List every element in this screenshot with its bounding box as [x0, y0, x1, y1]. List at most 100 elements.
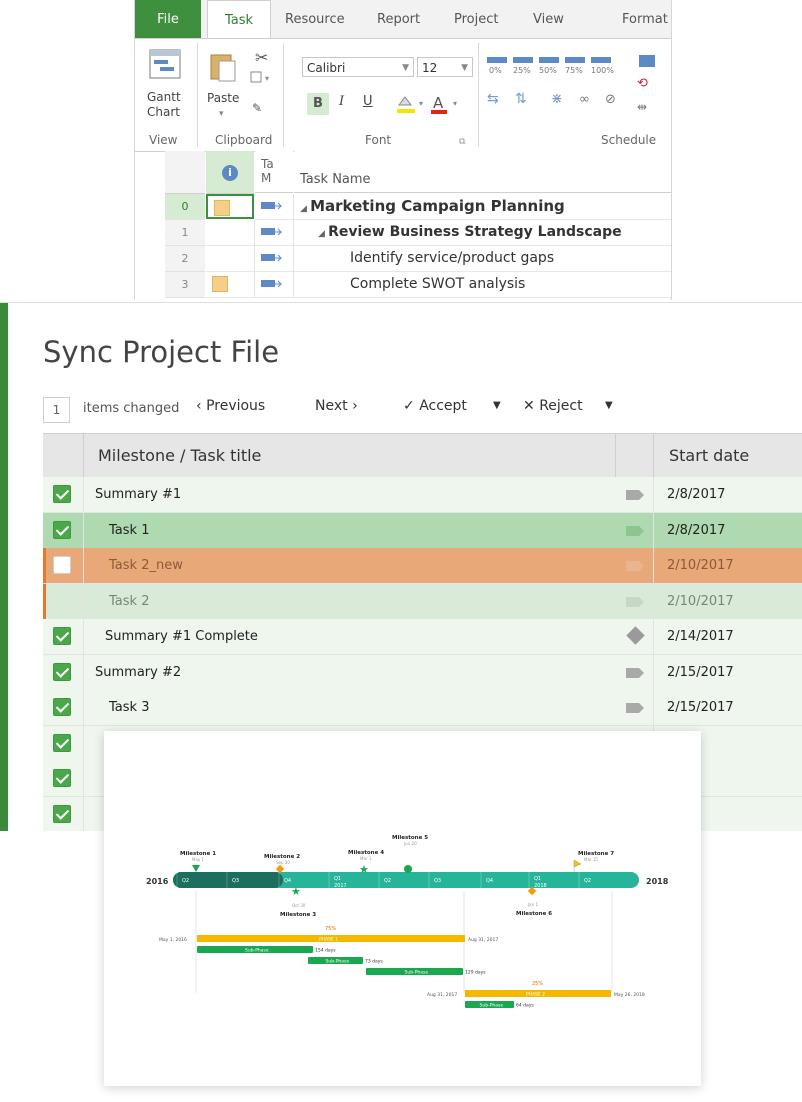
quarter-label: 2018 [534, 883, 547, 889]
chevron-right-icon: › [347, 398, 358, 414]
task-name: Identify service/product gaps [294, 246, 671, 272]
svg-text:50%: 50% [539, 66, 557, 75]
quarter-label: Q3 [434, 878, 441, 884]
table-row[interactable]: Summary #1 2/8/2017 [43, 477, 802, 513]
auto-scheduled-icon [261, 254, 283, 262]
column-title-header[interactable]: Milestone / Task title [98, 434, 261, 478]
highlight-color-icon[interactable]: ▾ A ▾ [393, 91, 473, 117]
paste-icon[interactable]: ✂ ▾ [207, 47, 273, 87]
task-row[interactable]: 2 Identify service/product gaps [135, 246, 671, 272]
subphase-name: Sub-Phase [245, 948, 269, 954]
milestone-date: Mar 15 [584, 857, 598, 862]
paste-dropdown-icon[interactable]: ▾ [219, 107, 224, 122]
quarter-label: Q1 [534, 876, 541, 882]
reject-dropdown-icon[interactable]: ▼ [605, 395, 613, 417]
row-title: Summary #2 [95, 664, 182, 680]
tab-file[interactable]: File [135, 0, 201, 38]
font-group-label: Font [365, 133, 392, 147]
task-tag-icon [626, 561, 644, 571]
svg-text:0%: 0% [489, 66, 502, 75]
row-checkbox[interactable] [53, 520, 71, 539]
font-size-select[interactable]: 12 ▼ [417, 57, 473, 77]
previous-button[interactable]: ‹ Previous [196, 395, 265, 417]
accept-button[interactable]: ✓ Accept [403, 395, 467, 417]
task-tag-icon [626, 667, 644, 678]
row-start-date: 2/8/2017 [667, 522, 726, 538]
svg-text:⊘: ⊘ [605, 92, 616, 107]
milestone-marker [573, 859, 582, 872]
row-title: Task 1 [109, 522, 150, 538]
tab-format[interactable]: Format [622, 0, 668, 38]
row-checkbox[interactable] [53, 556, 71, 574]
tab-task[interactable]: Task [207, 0, 271, 40]
table-header: Milestone / Task title Start date [43, 433, 802, 479]
svg-text:▾: ▾ [265, 74, 269, 83]
table-row[interactable]: Task 2 2/10/2017 [43, 583, 802, 620]
change-marker [43, 583, 46, 619]
task-row[interactable]: 0 ◢ Marketing Campaign Planning [135, 194, 671, 220]
table-row[interactable]: Summary #2 2/15/2017 [43, 654, 802, 691]
year-start-label: 2016 [146, 877, 169, 886]
subphase-duration: 73 days [365, 959, 383, 965]
task-name: Marketing Campaign Planning [310, 197, 565, 215]
svg-text:∞: ∞ [579, 92, 590, 107]
quarter-label: Q4 [486, 878, 493, 884]
row-checkbox[interactable] [53, 733, 71, 752]
svg-text:⋇: ⋇ [551, 91, 563, 107]
auto-scheduled-icon [261, 280, 283, 288]
font-dialog-launcher-icon[interactable]: ⧉ [459, 135, 465, 150]
svg-text:⇹: ⇹ [637, 100, 647, 114]
row-checkbox[interactable] [53, 662, 71, 681]
tab-resource[interactable]: Resource [285, 0, 345, 38]
italic-button[interactable]: I [339, 94, 344, 109]
row-checkbox[interactable] [53, 627, 71, 645]
tab-report[interactable]: Report [377, 0, 420, 38]
task-tag-icon [626, 525, 644, 536]
row-checkbox[interactable] [53, 698, 71, 716]
ms-project-window: File Task Resource Report Project View F… [134, 0, 672, 300]
svg-text:⇆: ⇆ [487, 91, 499, 107]
underline-button[interactable]: U [363, 94, 373, 109]
table-row[interactable]: Task 3 2/15/2017 [43, 690, 802, 726]
accept-dropdown-icon[interactable]: ▼ [493, 395, 501, 417]
row-title: Task 3 [109, 700, 150, 715]
gantt-chart-button[interactable]: Gantt Chart [147, 90, 181, 120]
task-row[interactable]: 1 ◢ Review Business Strategy Landscape [135, 220, 671, 246]
task-tag-icon [626, 596, 644, 607]
reject-button[interactable]: ✕ Reject [523, 395, 583, 417]
row-start-date: 2/14/2017 [667, 629, 734, 644]
subphase-duration: 64 days [516, 1003, 534, 1009]
info-icon: i [222, 165, 238, 181]
tab-project[interactable]: Project [454, 0, 498, 38]
close-icon: ✕ [523, 398, 540, 414]
svg-text:⇅: ⇅ [515, 91, 527, 107]
indicators-column-header[interactable]: i [206, 151, 254, 194]
row-checkbox[interactable] [53, 769, 71, 787]
task-row[interactable]: 3 Complete SWOT analysis [135, 272, 671, 298]
timeline-bar-elapsed [173, 872, 283, 888]
ribbon-tabs: File Task Resource Report Project View F… [135, 0, 671, 40]
font-name-select[interactable]: Calibri ▼ [302, 57, 414, 77]
row-checkbox[interactable] [53, 485, 71, 503]
table-row[interactable]: Task 2_new 2/10/2017 [43, 548, 802, 584]
row-start-date: 2/8/2017 [667, 487, 726, 502]
milestone-label: Milestone 6 [516, 911, 552, 917]
phase-percent: 25% [532, 981, 543, 987]
table-row[interactable]: Summary #1 Complete 2/14/2017 [43, 619, 802, 655]
svg-text:▾: ▾ [453, 99, 457, 108]
format-painter-icon[interactable]: ✎ [252, 101, 262, 116]
tab-view[interactable]: View [533, 0, 564, 38]
gantt-chart-icon[interactable] [149, 49, 183, 81]
quarter-label: 2017 [334, 883, 347, 889]
row-title: Task 2 [109, 593, 150, 609]
bold-button[interactable]: B [307, 93, 329, 115]
svg-text:100%: 100% [591, 66, 614, 75]
column-start-header[interactable]: Start date [669, 434, 749, 478]
next-button[interactable]: Next › [315, 395, 358, 417]
row-start-date: 2/15/2017 [667, 664, 734, 680]
task-mode-column-header[interactable]: Ta M [255, 151, 293, 193]
paste-button[interactable]: Paste [207, 91, 239, 106]
table-row[interactable]: Task 1 2/8/2017 [43, 512, 802, 549]
task-name-column-header[interactable]: Task Name [294, 151, 671, 193]
row-checkbox[interactable] [53, 804, 71, 823]
